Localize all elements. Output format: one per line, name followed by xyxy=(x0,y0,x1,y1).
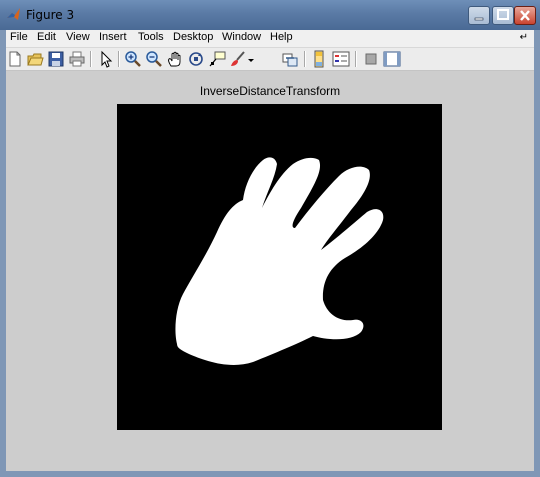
toolbar-separator xyxy=(355,51,357,67)
brush-icon[interactable] xyxy=(229,50,247,68)
toolbar-separator xyxy=(90,51,92,67)
matlab-logo-icon xyxy=(6,7,22,23)
menu-window[interactable]: Window xyxy=(222,31,261,43)
menu-insert[interactable]: Insert xyxy=(99,31,127,43)
menu-help[interactable]: Help xyxy=(270,31,293,43)
minimize-button[interactable] xyxy=(468,6,490,25)
show-plot-tools-icon[interactable] xyxy=(383,50,401,68)
toolbar-separator xyxy=(118,51,120,67)
print-icon[interactable] xyxy=(68,50,86,68)
open-file-icon[interactable] xyxy=(26,50,44,68)
pan-hand-icon[interactable] xyxy=(166,50,184,68)
new-figure-icon[interactable] xyxy=(6,50,24,68)
hand-silhouette-image xyxy=(175,157,384,365)
figure-toolbar xyxy=(6,48,534,71)
zoom-out-icon[interactable] xyxy=(145,50,163,68)
figure-canvas: InverseDistanceTransform xyxy=(6,71,534,471)
rotate-3d-icon[interactable] xyxy=(187,50,205,68)
brush-dropdown-icon[interactable] xyxy=(246,50,256,68)
edit-plot-arrow-icon[interactable] xyxy=(97,50,115,68)
dock-arrow-icon[interactable]: ↵ xyxy=(520,32,528,43)
menu-view[interactable]: View xyxy=(66,31,90,43)
menu-edit[interactable]: Edit xyxy=(37,31,56,43)
menu-bar: File Edit View Insert Tools Desktop Wind… xyxy=(6,30,534,48)
link-plot-icon[interactable] xyxy=(281,50,299,68)
zoom-in-icon[interactable] xyxy=(124,50,142,68)
menu-desktop[interactable]: Desktop xyxy=(173,31,213,43)
matlab-figure-window: Figure 3 File Edit View Insert Tools Des… xyxy=(0,0,540,477)
save-icon[interactable] xyxy=(47,50,65,68)
maximize-button[interactable] xyxy=(492,6,514,25)
legend-icon[interactable] xyxy=(332,50,350,68)
data-cursor-icon[interactable] xyxy=(208,50,226,68)
window-title: Figure 3 xyxy=(26,8,75,22)
menu-file[interactable]: File xyxy=(10,31,28,43)
menu-tools[interactable]: Tools xyxy=(138,31,164,43)
colorbar-icon[interactable] xyxy=(310,50,328,68)
title-bar[interactable]: Figure 3 xyxy=(0,0,540,30)
hide-plot-tools-icon[interactable] xyxy=(362,50,380,68)
close-button[interactable] xyxy=(514,6,536,25)
figure-client-area: File Edit View Insert Tools Desktop Wind… xyxy=(6,30,534,471)
axes-title: InverseDistanceTransform xyxy=(199,84,341,98)
image-axes[interactable] xyxy=(117,104,442,430)
toolbar-separator xyxy=(304,51,306,67)
